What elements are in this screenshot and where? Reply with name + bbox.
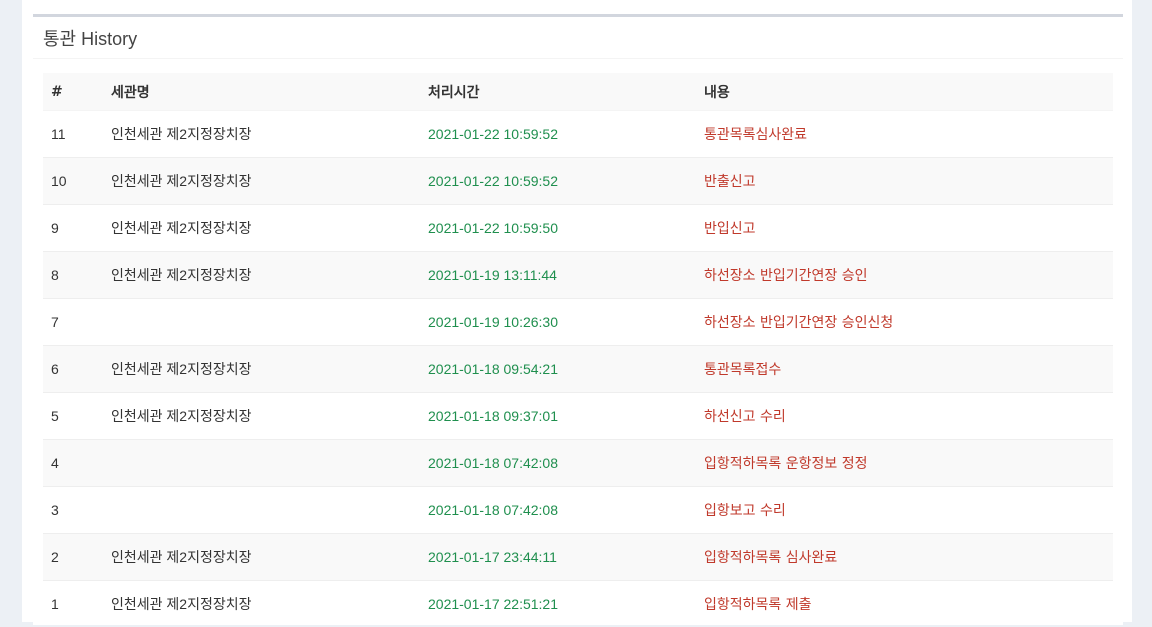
cell-office: 인천세관 제2지정장치장 — [103, 581, 420, 627]
table-row: 1 인천세관 제2지정장치장 2021-01-17 22:51:21 입항적하목… — [43, 581, 1113, 627]
cell-num: 9 — [43, 205, 103, 252]
table-row: 3 2021-01-18 07:42:08 입항보고 수리 — [43, 487, 1113, 534]
cell-office: 인천세관 제2지정장치장 — [103, 393, 420, 440]
cell-office — [103, 487, 420, 534]
cell-time: 2021-01-18 09:37:01 — [420, 393, 696, 440]
cell-num: 4 — [43, 440, 103, 487]
cell-content: 입항적하목록 제출 — [696, 581, 1113, 627]
page-card: 통관 History # 세관명 처리시간 내용 11 인천세관 제2지정장치장 — [22, 0, 1132, 622]
cell-content: 입항적하목록 심사완료 — [696, 534, 1113, 581]
cell-office: 인천세관 제2지정장치장 — [103, 534, 420, 581]
cell-office: 인천세관 제2지정장치장 — [103, 205, 420, 252]
header-num: # — [43, 73, 103, 111]
table-row: 2 인천세관 제2지정장치장 2021-01-17 23:44:11 입항적하목… — [43, 534, 1113, 581]
panel-header: 통관 History — [33, 17, 1123, 59]
cell-office — [103, 440, 420, 487]
table-row: 4 2021-01-18 07:42:08 입항적하목록 운항정보 정정 — [43, 440, 1113, 487]
cell-num: 7 — [43, 299, 103, 346]
table-row: 6 인천세관 제2지정장치장 2021-01-18 09:54:21 통관목록접… — [43, 346, 1113, 393]
header-content: 내용 — [696, 73, 1113, 111]
cell-content: 하선신고 수리 — [696, 393, 1113, 440]
cell-office: 인천세관 제2지정장치장 — [103, 252, 420, 299]
table-row: 10 인천세관 제2지정장치장 2021-01-22 10:59:52 반출신고 — [43, 158, 1113, 205]
cell-content: 하선장소 반입기간연장 승인 — [696, 252, 1113, 299]
cell-time: 2021-01-18 07:42:08 — [420, 440, 696, 487]
cell-time: 2021-01-18 07:42:08 — [420, 487, 696, 534]
cell-office: 인천세관 제2지정장치장 — [103, 111, 420, 158]
cell-content: 입항보고 수리 — [696, 487, 1113, 534]
header-office: 세관명 — [103, 73, 420, 111]
history-table-wrap: # 세관명 처리시간 내용 11 인천세관 제2지정장치장 2021-01-22… — [43, 73, 1113, 627]
customs-history-panel: 통관 History # 세관명 처리시간 내용 11 인천세관 제2지정장치장 — [33, 14, 1123, 625]
cell-content: 반출신고 — [696, 158, 1113, 205]
table-row: 7 2021-01-19 10:26:30 하선장소 반입기간연장 승인신청 — [43, 299, 1113, 346]
cell-office: 인천세관 제2지정장치장 — [103, 158, 420, 205]
table-row: 11 인천세관 제2지정장치장 2021-01-22 10:59:52 통관목록… — [43, 111, 1113, 158]
cell-content: 통관목록심사완료 — [696, 111, 1113, 158]
table-row: 5 인천세관 제2지정장치장 2021-01-18 09:37:01 하선신고 … — [43, 393, 1113, 440]
table-row: 8 인천세관 제2지정장치장 2021-01-19 13:11:44 하선장소 … — [43, 252, 1113, 299]
cell-time: 2021-01-22 10:59:52 — [420, 158, 696, 205]
cell-content: 하선장소 반입기간연장 승인신청 — [696, 299, 1113, 346]
cell-content: 반입신고 — [696, 205, 1113, 252]
cell-num: 2 — [43, 534, 103, 581]
table-row: 9 인천세관 제2지정장치장 2021-01-22 10:59:50 반입신고 — [43, 205, 1113, 252]
cell-office: 인천세관 제2지정장치장 — [103, 346, 420, 393]
cell-time: 2021-01-17 22:51:21 — [420, 581, 696, 627]
cell-num: 8 — [43, 252, 103, 299]
page-edge — [1132, 0, 1152, 622]
table-header: # 세관명 처리시간 내용 — [43, 73, 1113, 111]
cell-num: 1 — [43, 581, 103, 627]
header-row: # 세관명 처리시간 내용 — [43, 73, 1113, 111]
history-table: # 세관명 처리시간 내용 11 인천세관 제2지정장치장 2021-01-22… — [43, 73, 1113, 627]
cell-content: 통관목록접수 — [696, 346, 1113, 393]
cell-time: 2021-01-17 23:44:11 — [420, 534, 696, 581]
cell-num: 11 — [43, 111, 103, 158]
cell-time: 2021-01-19 13:11:44 — [420, 252, 696, 299]
cell-num: 3 — [43, 487, 103, 534]
cell-time: 2021-01-18 09:54:21 — [420, 346, 696, 393]
cell-time: 2021-01-22 10:59:52 — [420, 111, 696, 158]
header-time: 처리시간 — [420, 73, 696, 111]
cell-num: 6 — [43, 346, 103, 393]
table-body: 11 인천세관 제2지정장치장 2021-01-22 10:59:52 통관목록… — [43, 111, 1113, 627]
cell-office — [103, 299, 420, 346]
cell-content: 입항적하목록 운항정보 정정 — [696, 440, 1113, 487]
panel-title: 통관 History — [43, 25, 137, 51]
cell-num: 10 — [43, 158, 103, 205]
cell-num: 5 — [43, 393, 103, 440]
cell-time: 2021-01-22 10:59:50 — [420, 205, 696, 252]
cell-time: 2021-01-19 10:26:30 — [420, 299, 696, 346]
